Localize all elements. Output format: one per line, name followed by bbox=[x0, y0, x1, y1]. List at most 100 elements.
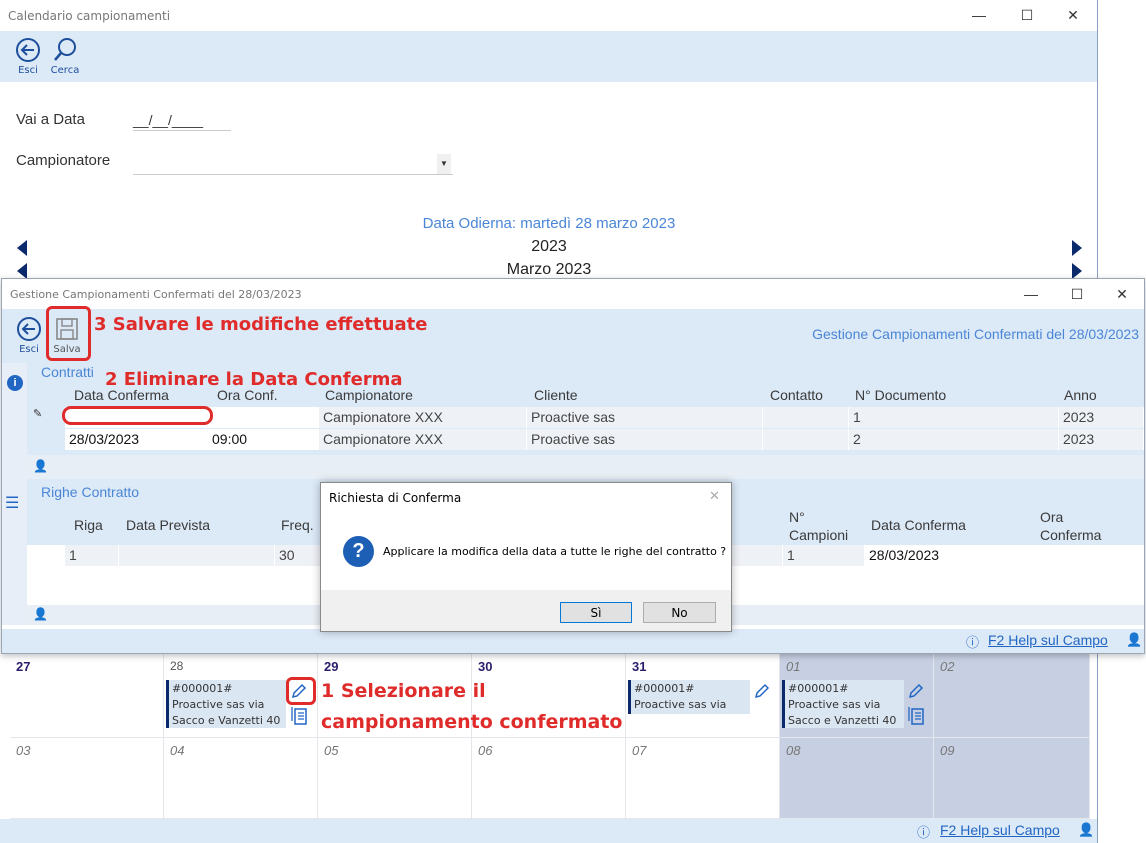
search-icon bbox=[54, 38, 76, 61]
no-button[interactable]: No bbox=[643, 602, 716, 623]
calendar-day-cell[interactable]: 09 bbox=[934, 738, 1090, 819]
info-icon: i bbox=[7, 375, 23, 391]
day-number: 08 bbox=[786, 743, 801, 758]
day-number: 07 bbox=[632, 743, 647, 758]
yes-button[interactable]: Sì bbox=[560, 602, 632, 623]
maximize-button[interactable]: ☐ bbox=[1004, 0, 1050, 30]
sub-close-button[interactable]: ✕ bbox=[1099, 279, 1145, 309]
today-label: Data Odierna: martedì 28 marzo 2023 bbox=[422, 215, 676, 232]
exit-button[interactable]: Esci bbox=[11, 37, 45, 76]
help-icon: ⓘ bbox=[917, 825, 931, 840]
annotation-box-save bbox=[46, 306, 91, 361]
cell-riga: 1 bbox=[65, 545, 119, 566]
sub-exit-label: Esci bbox=[19, 344, 39, 355]
col-header: Ora Conferma bbox=[1040, 509, 1102, 543]
cell-anno: 2023 bbox=[1059, 407, 1144, 428]
calendar-grid: 27 28 #000001# Proactive sas via Sacco e… bbox=[10, 654, 1090, 819]
copy-document-icon[interactable] bbox=[907, 706, 925, 731]
calendar-day-cell[interactable]: 04 bbox=[164, 738, 318, 819]
cell-cliente: Proactive sas bbox=[527, 429, 763, 450]
calendar-event[interactable]: #000001# Proactive sas via Sacco e Vanze… bbox=[628, 680, 750, 714]
calendar-day-cell[interactable]: 06 bbox=[472, 738, 626, 819]
day-number: 31 bbox=[632, 659, 647, 674]
annotation-box-date bbox=[62, 406, 213, 425]
sub-window-title: Gestione Campionamenti Confermati del 28… bbox=[10, 288, 302, 301]
col-header: Freq. bbox=[281, 517, 314, 533]
col-header: N° Documento bbox=[855, 387, 947, 403]
search-label: Cerca bbox=[50, 65, 80, 76]
calendar-event[interactable]: #000001# Proactive sas via Sacco e Vanze… bbox=[782, 680, 904, 728]
edit-pencil-icon[interactable] bbox=[907, 682, 925, 705]
calendar-day-cell[interactable]: 01 #000001# Proactive sas via Sacco e Va… bbox=[780, 654, 934, 738]
col-header: N° Campioni bbox=[789, 509, 849, 543]
cell-ora[interactable] bbox=[208, 407, 319, 428]
cell-campioni: 1 bbox=[783, 545, 865, 566]
annotation-box-edit bbox=[286, 677, 316, 705]
cell-campionatore: Campionatore XXX bbox=[319, 407, 527, 428]
user-icon: 👤 bbox=[33, 607, 48, 621]
sub-header-right: Gestione Campionamenti Confermati del 28… bbox=[812, 326, 1139, 342]
help-link[interactable]: F2 Help sul Campo bbox=[988, 632, 1108, 648]
col-header: Anno bbox=[1064, 387, 1097, 403]
table-row[interactable]: Campionatore XXX Proactive sas 1 2023 bbox=[65, 407, 1144, 428]
calendar-day-cell[interactable]: 31 #000001# Proactive sas via Sacco e Va… bbox=[626, 654, 780, 738]
table-row[interactable]: 28/03/2023 09:00 Campionatore XXX Proact… bbox=[65, 429, 1144, 450]
cell-documento: 2 bbox=[849, 429, 1059, 450]
annotation-step1-line2: campionamento confermato bbox=[321, 711, 623, 733]
prev-year-icon[interactable] bbox=[17, 240, 27, 256]
back-arrow-icon bbox=[16, 38, 40, 62]
dialog-title: Richiesta di Conferma bbox=[329, 491, 462, 505]
day-number: 28 bbox=[170, 659, 184, 673]
sub-maximize-button[interactable]: ☐ bbox=[1054, 279, 1100, 309]
sampler-select[interactable]: ▼ bbox=[133, 152, 453, 175]
user-icon: 👤 bbox=[1078, 822, 1095, 837]
help-link[interactable]: F2 Help sul Campo bbox=[940, 822, 1060, 838]
sub-minimize-button[interactable]: — bbox=[1008, 279, 1054, 309]
col-header: Cliente bbox=[534, 387, 578, 403]
day-number: 29 bbox=[324, 659, 339, 674]
contracts-footer: 👤 bbox=[27, 455, 1144, 479]
day-number: 02 bbox=[940, 659, 955, 674]
lines-title: Righe Contratto bbox=[41, 484, 140, 500]
cell-ora-conferma[interactable] bbox=[1033, 545, 1144, 566]
cell-anno: 2023 bbox=[1059, 429, 1144, 450]
user-icon: 👤 bbox=[1126, 632, 1143, 647]
calendar-day-cell[interactable]: 02 bbox=[934, 654, 1090, 738]
calendar-day-cell[interactable]: 05 bbox=[318, 738, 472, 819]
month-label: Marzo 2023 bbox=[506, 261, 592, 278]
day-number: 03 bbox=[16, 743, 31, 758]
cell-data-conferma[interactable]: 28/03/2023 bbox=[865, 545, 1033, 566]
calendar-day-cell[interactable]: 03 bbox=[10, 738, 164, 819]
day-number: 27 bbox=[16, 659, 31, 674]
day-number: 06 bbox=[478, 743, 493, 758]
sampler-label: Campionatore bbox=[16, 152, 111, 169]
cell-ora[interactable]: 09:00 bbox=[208, 429, 319, 450]
goto-date-label: Vai a Data bbox=[16, 111, 85, 128]
calendar-day-cell[interactable]: 08 bbox=[780, 738, 934, 819]
day-number: 30 bbox=[478, 659, 493, 674]
next-month-icon[interactable] bbox=[1072, 263, 1082, 279]
day-number: 09 bbox=[940, 743, 955, 758]
exit-label: Esci bbox=[18, 65, 38, 76]
next-year-icon[interactable] bbox=[1072, 240, 1082, 256]
goto-date-input[interactable]: __/__/____ bbox=[133, 112, 231, 131]
calendar-day-cell[interactable]: 27 bbox=[10, 654, 164, 738]
minimize-button[interactable]: — bbox=[956, 0, 1002, 30]
search-button[interactable]: Cerca bbox=[48, 37, 82, 76]
row-edit-pencil-icon: ✎ bbox=[33, 408, 43, 420]
close-button[interactable]: ✕ bbox=[1050, 0, 1096, 30]
calendar-event[interactable]: #000001# Proactive sas via Sacco e Vanze… bbox=[166, 680, 286, 728]
col-header: Data Conferma bbox=[871, 517, 966, 533]
edit-pencil-icon[interactable] bbox=[753, 682, 771, 705]
list-icon: ☰ bbox=[5, 495, 20, 512]
confirm-dialog: Richiesta di Conferma ✕ ? Applicare la m… bbox=[320, 482, 732, 632]
calendar-day-cell[interactable]: 07 bbox=[626, 738, 780, 819]
copy-document-icon[interactable] bbox=[290, 706, 308, 731]
cell-contatto bbox=[763, 407, 849, 428]
day-number: 04 bbox=[170, 743, 185, 758]
col-header: Riga bbox=[74, 517, 103, 533]
sub-exit-button[interactable]: Esci bbox=[12, 316, 46, 355]
prev-month-icon[interactable] bbox=[17, 263, 27, 279]
dialog-close-icon[interactable]: ✕ bbox=[709, 488, 720, 504]
cell-data-conferma[interactable]: 28/03/2023 bbox=[65, 429, 208, 450]
